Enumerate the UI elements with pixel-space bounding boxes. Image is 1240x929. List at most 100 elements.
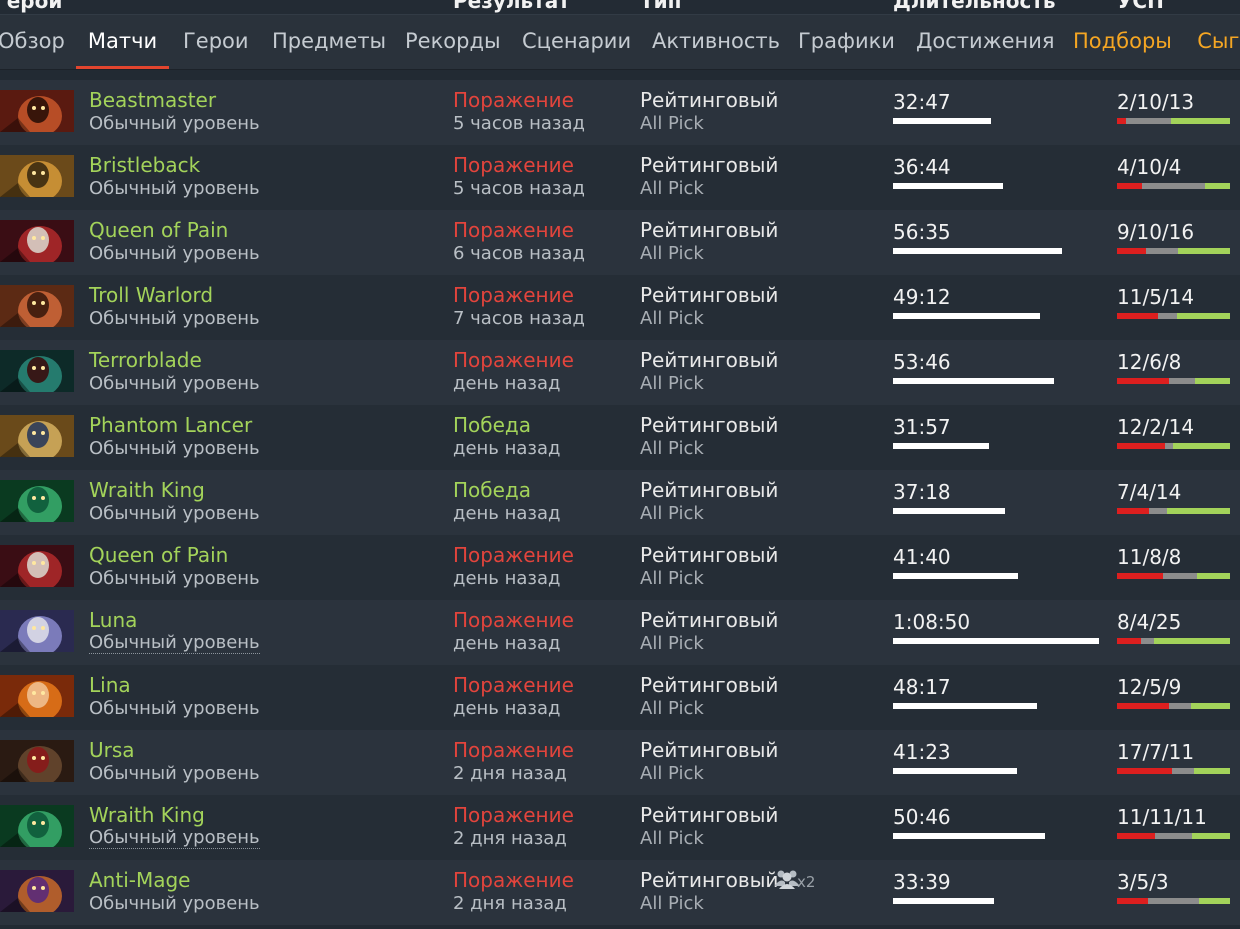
matches-table: Beastmaster Обычный уровень Поражение 5 час…: [0, 80, 1240, 925]
kda-text: 12/6/8: [1117, 350, 1182, 374]
wraith-king-portrait[interactable]: [0, 480, 74, 522]
skill-level: Обычный уровень: [89, 632, 260, 654]
queen-of-pain-portrait[interactable]: [0, 220, 74, 262]
tab-1[interactable]: Обзор: [0, 15, 65, 69]
kills-segment: [1117, 638, 1142, 644]
table-row[interactable]: Wraith King Обычный уровень Победа день наз…: [0, 470, 1240, 535]
hero-name-link[interactable]: Ursa: [89, 738, 135, 762]
phantom-lancer-portrait[interactable]: [0, 415, 74, 457]
queen-of-pain-portrait[interactable]: [0, 545, 74, 587]
deaths-segment: [1126, 118, 1172, 124]
tab-3[interactable]: Герои: [183, 15, 249, 69]
game-mode: All Pick: [640, 438, 704, 459]
column-header[interactable]: УСП: [1117, 0, 1164, 13]
match-result-link[interactable]: Поражение: [453, 738, 574, 762]
luna-portrait[interactable]: [0, 610, 74, 652]
match-result-link[interactable]: Поражение: [453, 673, 574, 697]
tab-10[interactable]: Подборы: [1073, 15, 1172, 69]
wraith-king-portrait[interactable]: [0, 805, 74, 847]
skill-level: Обычный уровень: [89, 113, 260, 134]
anti-mage-portrait[interactable]: [0, 870, 74, 912]
table-row[interactable]: Anti-Mage Обычный уровень Поражение 2 дня н…: [0, 860, 1240, 925]
match-result-link[interactable]: Поражение: [453, 803, 574, 827]
match-result-link[interactable]: Поражение: [453, 868, 574, 892]
table-row[interactable]: Troll Warlord Обычный уровень Поражение 7 ч…: [0, 275, 1240, 340]
match-duration: 41:40: [893, 545, 951, 569]
duration-bar: [893, 898, 994, 904]
match-duration: 49:12: [893, 285, 951, 309]
match-duration: 37:18: [893, 480, 951, 504]
kda-bar: [1117, 443, 1230, 449]
table-row[interactable]: Queen of Pain Обычный уровень Поражение 6 ч…: [0, 210, 1240, 275]
lina-portrait[interactable]: [0, 675, 74, 717]
table-row[interactable]: Luna Обычный уровень Поражение день назад Ре…: [0, 600, 1240, 665]
beastmaster-portrait[interactable]: [0, 90, 74, 132]
table-row[interactable]: Ursa Обычный уровень Поражение 2 дня назад Р…: [0, 730, 1240, 795]
kda-text: 7/4/14: [1117, 480, 1182, 504]
hero-name-link[interactable]: Queen of Pain: [89, 543, 228, 567]
table-row[interactable]: Queen of Pain Обычный уровень Поражение ден…: [0, 535, 1240, 600]
tab-5[interactable]: Рекорды: [405, 15, 501, 69]
tab-11[interactable]: Сыгр: [1195, 15, 1240, 69]
match-result-link[interactable]: Победа: [453, 478, 531, 502]
kda-bar: [1117, 703, 1230, 709]
tab-6[interactable]: Сценарии: [522, 15, 631, 69]
duration-bar: [893, 508, 1005, 514]
column-header[interactable]: Тип: [640, 0, 681, 13]
table-row[interactable]: Wraith King Обычный уровень Поражение 2 дня…: [0, 795, 1240, 860]
party-size: x2: [797, 873, 816, 891]
hero-name-link[interactable]: Terrorblade: [89, 348, 202, 372]
match-result-link[interactable]: Поражение: [453, 608, 574, 632]
hero-name-link[interactable]: Bristleback: [89, 153, 200, 177]
hero-name-link[interactable]: Wraith King: [89, 803, 205, 827]
match-time: 6 часов назад: [453, 243, 585, 264]
game-mode: All Pick: [640, 893, 704, 914]
table-row[interactable]: Phantom Lancer Обычный уровень Победа день …: [0, 405, 1240, 470]
column-header[interactable]: Результат: [453, 0, 570, 13]
hero-name-link[interactable]: Queen of Pain: [89, 218, 228, 242]
column-header[interactable]: Длительность: [893, 0, 1056, 13]
terrorblade-portrait[interactable]: [0, 350, 74, 392]
match-result-link[interactable]: Поражение: [453, 348, 574, 372]
troll-warlord-portrait[interactable]: [0, 285, 74, 327]
lobby-type: Рейтинговый: [640, 413, 779, 437]
hero-name-link[interactable]: Beastmaster: [89, 88, 216, 112]
column-header[interactable]: Герой: [0, 0, 62, 13]
hero-name-link[interactable]: Troll Warlord: [89, 283, 213, 307]
hero-name-link[interactable]: Wraith King: [89, 478, 205, 502]
kda-bar: [1117, 833, 1230, 839]
match-result-link[interactable]: Поражение: [453, 153, 574, 177]
deaths-segment: [1142, 183, 1205, 189]
tab-8[interactable]: Графики: [798, 15, 895, 69]
match-result-link[interactable]: Поражение: [453, 283, 574, 307]
deaths-segment: [1169, 703, 1191, 709]
match-time: день назад: [453, 503, 561, 524]
tab-9[interactable]: Достижения: [916, 15, 1055, 69]
match-result-link[interactable]: Поражение: [453, 88, 574, 112]
game-mode: All Pick: [640, 113, 704, 134]
table-row[interactable]: Terrorblade Обычный уровень Поражение день …: [0, 340, 1240, 405]
duration-bar: [893, 378, 1054, 384]
match-result-link[interactable]: Победа: [453, 413, 531, 437]
deaths-segment: [1158, 313, 1178, 319]
hero-name-link[interactable]: Anti-Mage: [89, 868, 190, 892]
kda-bar: [1117, 378, 1230, 384]
tab-7[interactable]: Активность: [652, 15, 780, 69]
hero-name-link[interactable]: Luna: [89, 608, 137, 632]
hero-name-link[interactable]: Lina: [89, 673, 131, 697]
assists-segment: [1196, 573, 1230, 579]
hero-name-link[interactable]: Phantom Lancer: [89, 413, 252, 437]
tab-4[interactable]: Предметы: [272, 15, 386, 69]
assists-segment: [1153, 638, 1230, 644]
tab-2[interactable]: Матчи: [76, 15, 169, 69]
match-result-link[interactable]: Поражение: [453, 543, 574, 567]
match-time: день назад: [453, 633, 561, 654]
table-row[interactable]: Beastmaster Обычный уровень Поражение 5 час…: [0, 80, 1240, 145]
match-result-link[interactable]: Поражение: [453, 218, 574, 242]
bristleback-portrait[interactable]: [0, 155, 74, 197]
kda-bar: [1117, 183, 1230, 189]
kda-text: 9/10/16: [1117, 220, 1195, 244]
table-row[interactable]: Bristleback Обычный уровень Поражение 5 час…: [0, 145, 1240, 210]
table-row[interactable]: Lina Обычный уровень Поражение день назад Ре…: [0, 665, 1240, 730]
ursa-portrait[interactable]: [0, 740, 74, 782]
